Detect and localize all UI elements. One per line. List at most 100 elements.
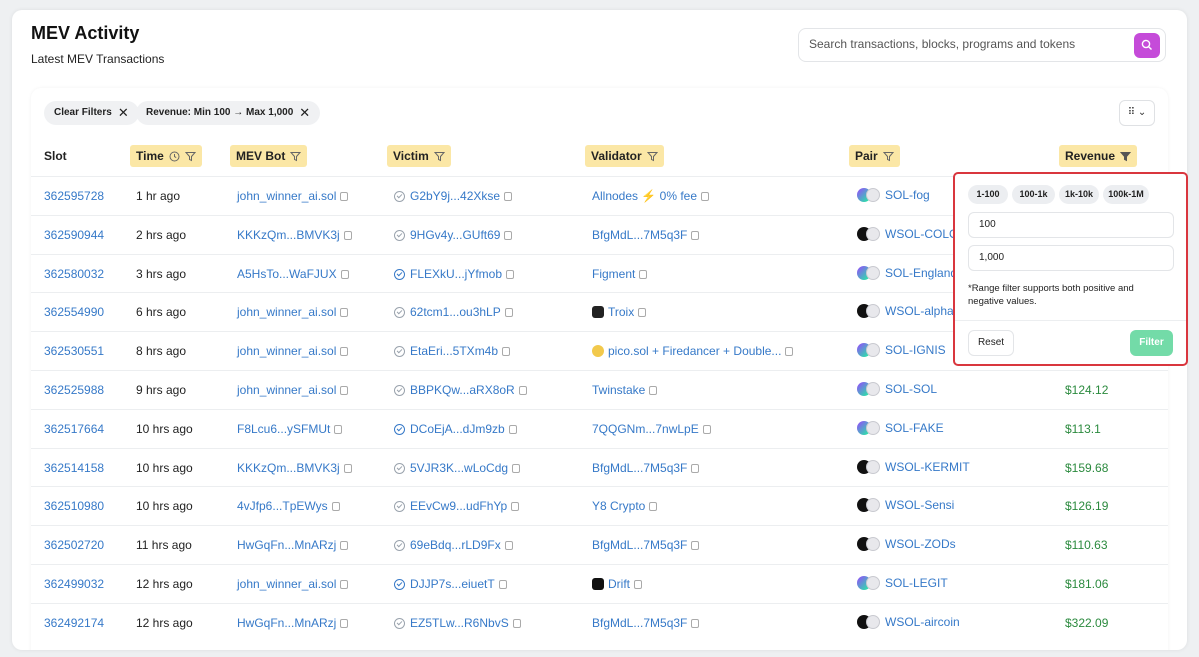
validator-link[interactable]: BfgMdL...7M5q3F [592, 616, 687, 630]
pair-link[interactable]: WSOL-aircoin [885, 615, 960, 629]
pair-link[interactable]: SOL-fog [885, 188, 930, 202]
pair-link[interactable]: SOL-England [885, 266, 957, 280]
copy-icon[interactable] [512, 463, 521, 473]
copy-icon[interactable] [504, 192, 513, 201]
column-header-revenue[interactable]: Revenue [1059, 145, 1138, 167]
copy-icon[interactable] [506, 269, 515, 279]
copy-icon[interactable] [691, 230, 700, 240]
copy-icon[interactable] [508, 424, 517, 434]
pair-link[interactable]: SOL-FAKE [885, 421, 944, 435]
validator-link[interactable]: 7QQGNm...7nwLpE [592, 422, 699, 436]
copy-icon[interactable] [702, 424, 711, 434]
mev-bot-link[interactable]: HwGqFn...MnARzj [237, 616, 336, 630]
validator-link[interactable]: BfgMdL...7M5q3F [592, 228, 687, 242]
victim-link[interactable]: G2bY9j...42Xkse [410, 189, 500, 203]
copy-icon[interactable] [343, 230, 352, 240]
mev-bot-link[interactable]: 4vJfp6...TpEWys [237, 499, 328, 513]
copy-icon[interactable] [340, 618, 349, 628]
copy-icon[interactable] [504, 308, 513, 318]
filter-button[interactable]: Filter [1130, 330, 1173, 356]
pair-link[interactable]: WSOL-Sensi [885, 498, 954, 512]
filter-icon[interactable] [433, 151, 445, 162]
preset-1k-10k[interactable]: 1k-10k [1059, 185, 1099, 204]
copy-icon[interactable] [649, 502, 658, 512]
validator-link[interactable]: Allnodes ⚡ 0% fee [592, 189, 697, 203]
validator-link[interactable]: Twinstake [592, 383, 645, 397]
pair-link[interactable]: WSOL-ZODs [885, 537, 956, 551]
victim-link[interactable]: 5VJR3K...wLoCdg [410, 461, 508, 475]
column-settings-button[interactable]: ⠿ ⌄ [1119, 100, 1155, 126]
validator-link[interactable]: BfgMdL...7M5q3F [592, 461, 687, 475]
search-input[interactable] [809, 37, 1129, 51]
slot-link[interactable]: 362580032 [44, 267, 104, 281]
copy-icon[interactable] [701, 192, 709, 201]
copy-icon[interactable] [340, 386, 349, 395]
slot-link[interactable]: 362590944 [44, 228, 104, 242]
slot-link[interactable]: 362595728 [44, 189, 104, 203]
copy-icon[interactable] [343, 463, 352, 473]
mev-bot-link[interactable]: A5HsTo...WaFJUX [237, 267, 337, 281]
mev-bot-link[interactable]: HwGqFn...MnARzj [237, 538, 336, 552]
mev-bot-link[interactable]: john_winner_ai.sol [237, 344, 336, 358]
copy-icon[interactable] [638, 308, 647, 318]
copy-icon[interactable] [691, 541, 700, 551]
validator-link[interactable]: Y8 Crypto [592, 499, 645, 513]
filter-icon[interactable] [184, 151, 196, 162]
victim-link[interactable]: EtaEri...5TXm4b [410, 344, 498, 358]
filter-icon[interactable] [290, 151, 302, 162]
copy-icon[interactable] [331, 502, 340, 512]
search-button[interactable] [1134, 33, 1160, 58]
victim-link[interactable]: EZ5TLw...R6NbvS [410, 616, 509, 630]
column-header-victim[interactable]: Victim [387, 145, 451, 167]
column-header-validator[interactable]: Validator [585, 145, 664, 167]
victim-link[interactable]: 69eBdq...rLD9Fx [410, 538, 501, 552]
max-revenue-input[interactable]: 1,000 [968, 245, 1174, 271]
validator-link[interactable]: pico.sol + Firedancer + Double... [608, 344, 781, 358]
slot-link[interactable]: 362499032 [44, 577, 104, 591]
mev-bot-link[interactable]: john_winner_ai.sol [237, 383, 336, 397]
mev-bot-link[interactable]: john_winner_ai.sol [237, 577, 336, 591]
validator-link[interactable]: BfgMdL...7M5q3F [592, 538, 687, 552]
slot-link[interactable]: 362530551 [44, 344, 104, 358]
victim-link[interactable]: 9HGv4y...GUft69 [410, 228, 500, 242]
copy-icon[interactable] [340, 580, 349, 589]
mev-bot-link[interactable]: KKKzQm...BMVK3j [237, 228, 340, 242]
copy-icon[interactable] [498, 580, 507, 589]
close-icon[interactable]: ✕ [118, 101, 129, 125]
copy-icon[interactable] [340, 308, 349, 318]
mev-bot-link[interactable]: john_winner_ai.sol [237, 305, 336, 319]
slot-link[interactable]: 362510980 [44, 499, 104, 513]
slot-link[interactable]: 362525988 [44, 383, 104, 397]
close-icon[interactable]: ✕ [299, 101, 310, 125]
slot-link[interactable]: 362514158 [44, 461, 104, 475]
victim-link[interactable]: 62tcm1...ou3hLP [410, 305, 501, 319]
copy-icon[interactable] [691, 463, 700, 473]
copy-icon[interactable] [691, 618, 700, 628]
mev-bot-link[interactable]: F8Lcu6...ySFMUt [237, 422, 330, 436]
copy-icon[interactable] [502, 347, 511, 357]
reset-button[interactable]: Reset [968, 330, 1014, 356]
copy-icon[interactable] [334, 424, 343, 434]
copy-icon[interactable] [504, 230, 513, 240]
column-header-pair[interactable]: Pair [849, 145, 900, 167]
copy-icon[interactable] [340, 192, 349, 201]
mev-bot-link[interactable]: john_winner_ai.sol [237, 189, 336, 203]
copy-icon[interactable] [785, 347, 794, 357]
victim-link[interactable]: BBPKQw...aRX8oR [410, 383, 515, 397]
copy-icon[interactable] [511, 502, 520, 512]
pair-link[interactable]: SOL-LEGIT [885, 576, 948, 590]
slot-link[interactable]: 362502720 [44, 538, 104, 552]
min-revenue-input[interactable]: 100 [968, 212, 1174, 238]
column-header-mev-bot[interactable]: MEV Bot [230, 145, 308, 167]
filter-icon[interactable] [882, 151, 894, 162]
preset-1-100[interactable]: 1-100 [968, 185, 1008, 204]
victim-link[interactable]: FLEXkU...jYfmob [410, 267, 502, 281]
column-header-time[interactable]: Time [130, 145, 202, 167]
copy-icon[interactable] [639, 269, 648, 279]
copy-icon[interactable] [518, 386, 527, 395]
pair-link[interactable]: SOL-SOL [885, 382, 937, 396]
validator-link[interactable]: Drift [608, 577, 630, 591]
slot-link[interactable]: 362517664 [44, 422, 104, 436]
preset-100-1k[interactable]: 100-1k [1012, 185, 1055, 204]
copy-icon[interactable] [634, 580, 642, 589]
